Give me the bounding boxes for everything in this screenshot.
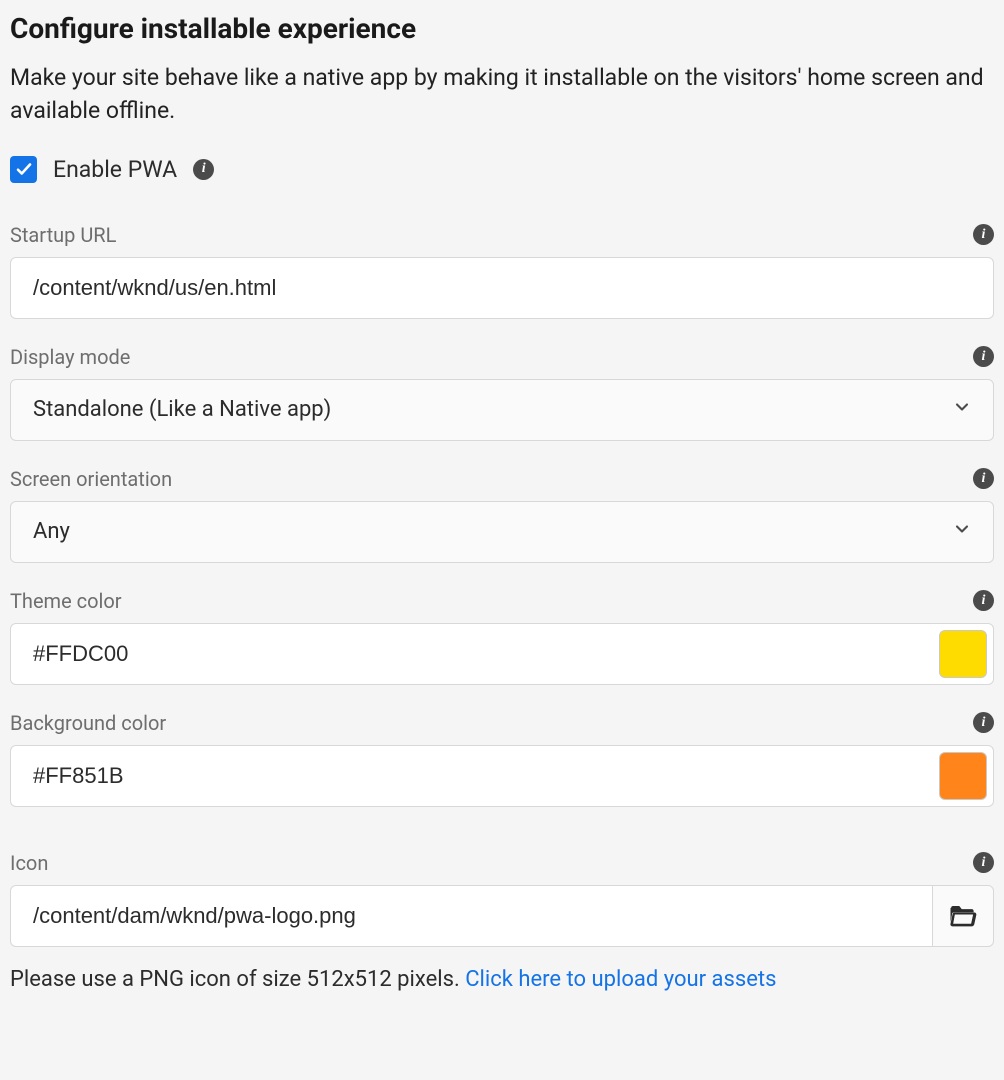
screen-orientation-select[interactable]: Any	[10, 501, 994, 563]
enable-pwa-checkbox[interactable]	[10, 156, 37, 183]
icon-path-input[interactable]	[10, 885, 932, 947]
enable-pwa-label: Enable PWA	[53, 156, 177, 183]
check-icon	[15, 160, 33, 178]
background-color-field: Background color i	[10, 711, 994, 807]
display-mode-field: Display mode i Standalone (Like a Native…	[10, 345, 994, 441]
info-icon[interactable]: i	[973, 468, 994, 489]
info-icon[interactable]: i	[973, 590, 994, 611]
icon-hint: Please use a PNG icon of size 512x512 pi…	[10, 967, 994, 992]
page-title: Configure installable experience	[10, 12, 994, 45]
screen-orientation-value: Any	[33, 519, 70, 544]
folder-open-icon	[948, 901, 978, 931]
display-mode-value: Standalone (Like a Native app)	[33, 397, 331, 422]
screen-orientation-field: Screen orientation i Any	[10, 467, 994, 563]
upload-assets-link[interactable]: Click here to upload your assets	[465, 967, 776, 992]
theme-color-input[interactable]	[33, 641, 939, 667]
info-icon[interactable]: i	[973, 852, 994, 873]
screen-orientation-label: Screen orientation	[10, 467, 172, 491]
info-icon[interactable]: i	[973, 346, 994, 367]
info-icon[interactable]: i	[973, 712, 994, 733]
background-color-label: Background color	[10, 711, 166, 735]
icon-field: Icon i	[10, 851, 994, 947]
info-icon[interactable]: i	[973, 224, 994, 245]
background-color-input[interactable]	[33, 763, 939, 789]
enable-pwa-row: Enable PWA i	[10, 156, 994, 183]
theme-color-swatch[interactable]	[939, 630, 987, 678]
theme-color-field: Theme color i	[10, 589, 994, 685]
display-mode-label: Display mode	[10, 345, 130, 369]
startup-url-field: Startup URL i	[10, 223, 994, 319]
theme-color-label: Theme color	[10, 589, 122, 613]
icon-hint-text: Please use a PNG icon of size 512x512 pi…	[10, 967, 465, 992]
display-mode-select[interactable]: Standalone (Like a Native app)	[10, 379, 994, 441]
page-description: Make your site behave like a native app …	[10, 61, 994, 128]
startup-url-label: Startup URL	[10, 223, 116, 247]
startup-url-input[interactable]	[10, 257, 994, 319]
background-color-swatch[interactable]	[939, 752, 987, 800]
browse-button[interactable]	[932, 885, 994, 947]
icon-label: Icon	[10, 851, 48, 875]
info-icon[interactable]: i	[193, 159, 214, 180]
